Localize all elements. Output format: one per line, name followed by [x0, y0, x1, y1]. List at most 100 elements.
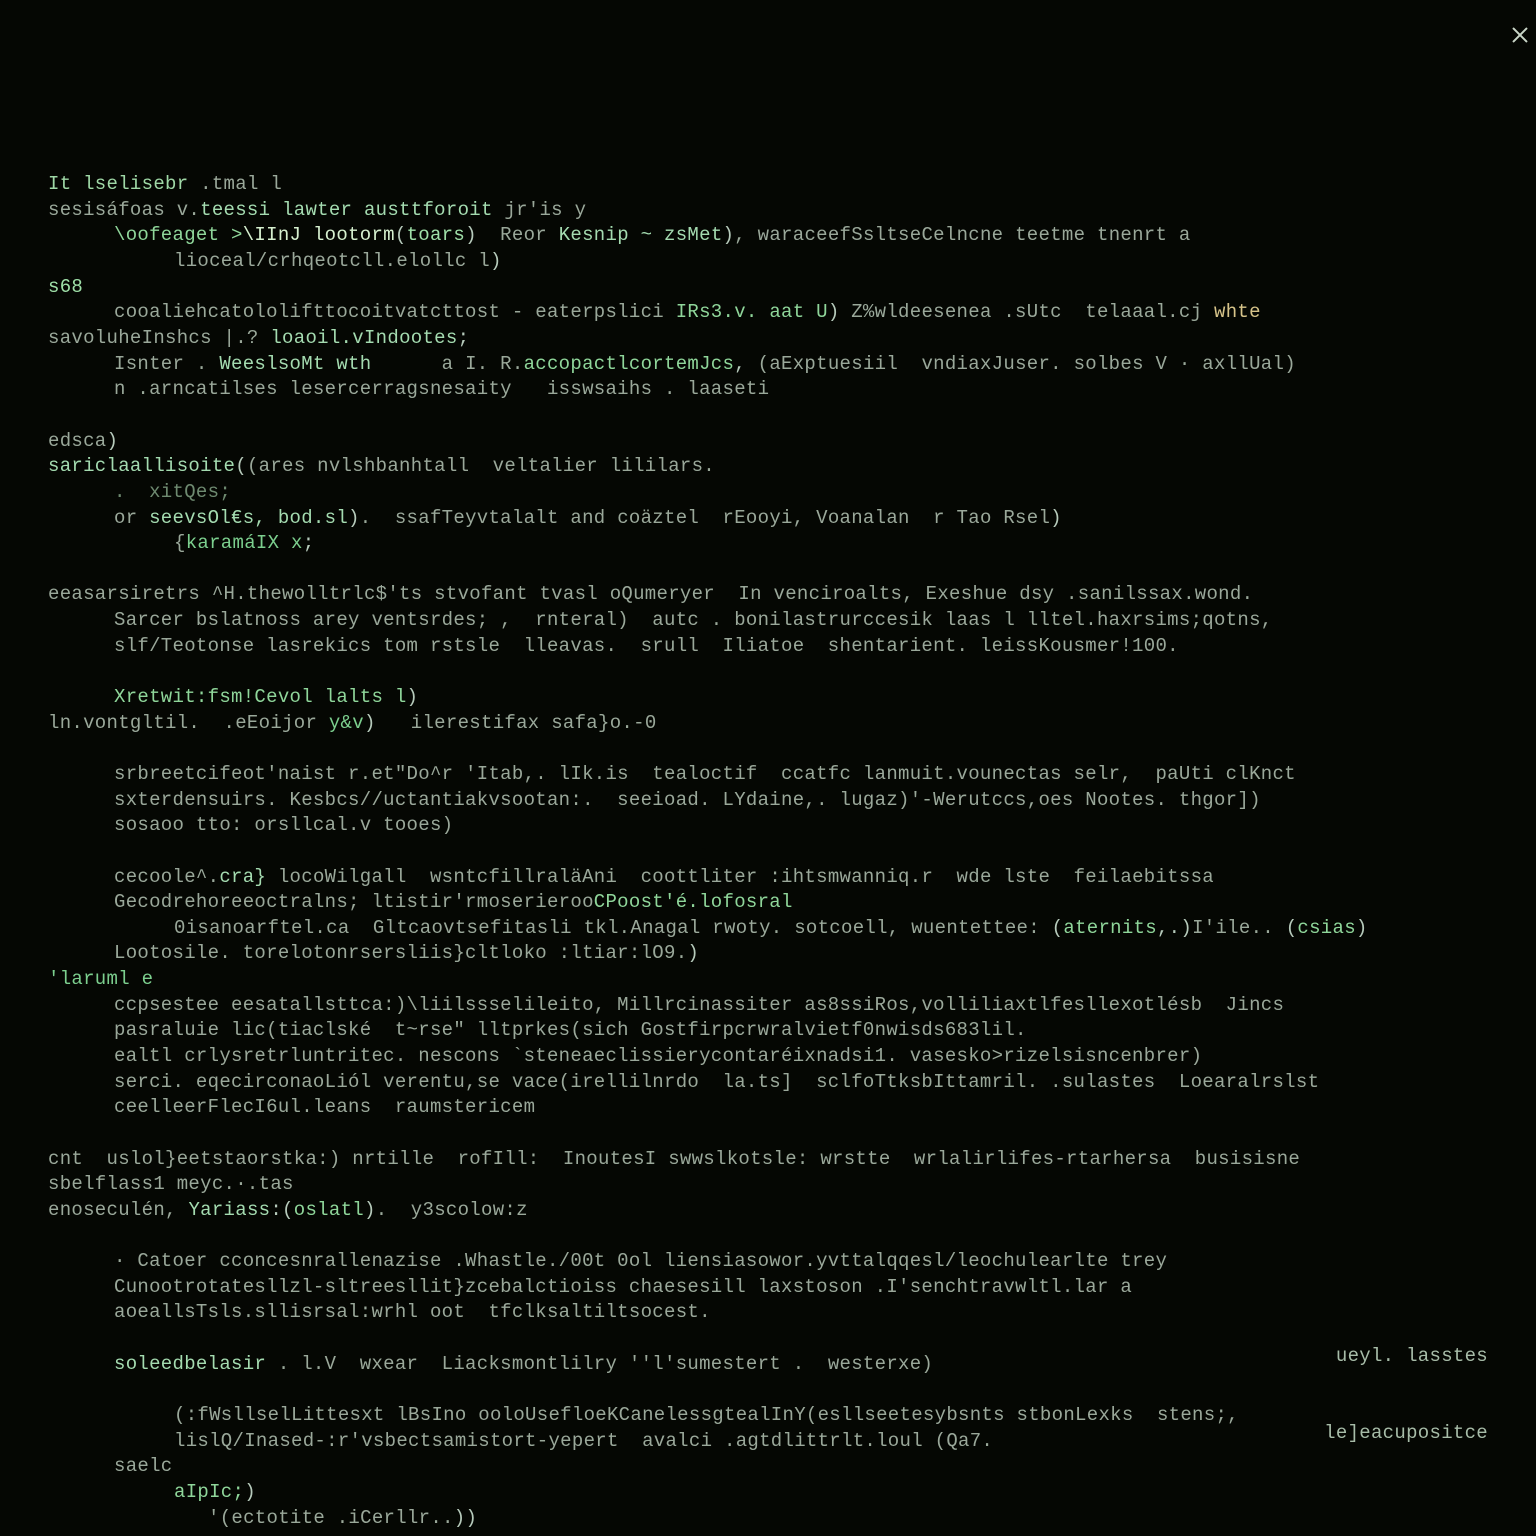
token: lioceal/crhqeotcll.elollc l — [174, 250, 490, 272]
token: pasraluie lic(tiaclské t~rse" lltprkes(s… — [114, 1019, 1027, 1041]
token: sosaoo tto: orsllcal.v tooes) — [114, 814, 453, 836]
code-line — [48, 736, 1488, 762]
close-button[interactable] — [1468, 22, 1502, 56]
token: seevsOl€s, bod.sl — [149, 507, 348, 529]
token: ) — [1050, 507, 1062, 529]
token: \IInJ lootorm — [243, 224, 395, 246]
code-line: edsca) — [48, 429, 1488, 455]
token: ; — [458, 327, 470, 349]
token: cra} — [219, 866, 266, 888]
code-line — [48, 659, 1488, 685]
token: ( — [1286, 917, 1298, 939]
code-block: It lselisebr .tmal lsesisáfoas v.teessi … — [48, 172, 1488, 1531]
token: \oofeaget > — [114, 224, 243, 246]
code-line: 0isanoarftel.ca Gltcaovtsefitasli tkl.An… — [48, 916, 1488, 942]
token: saelc — [114, 1455, 173, 1477]
code-line: eeasarsiretrs ^H.thewolltrlc$'ts stvofan… — [48, 582, 1488, 608]
code-line — [48, 1377, 1488, 1403]
code-line: saelc — [48, 1454, 1488, 1480]
token: locoWilgall wsntcfillraläAni coottliter … — [266, 866, 1214, 888]
token: sbelflass1 meyc.·.tas — [48, 1173, 294, 1195]
token: cnt uslol}eetstaorstka:) nrtille rofIll:… — [48, 1148, 1300, 1170]
token: lislQ/Inased-:r'vsbectsamistort-yepert a… — [174, 1430, 993, 1452]
token: ) — [244, 1481, 256, 1503]
code-line: Isnter . WeeslsoMt wth a I. R.accopactlc… — [48, 352, 1488, 378]
token: y&v — [329, 712, 364, 734]
code-line: Xretwit:fsm!Cevol lalts l) — [48, 685, 1488, 711]
token: n .arncatilses lesercerragsnesaity issws… — [114, 378, 769, 400]
token: :( — [270, 1199, 293, 1221]
token: eeasarsiretrs ^H.thewolltrlc$'ts stvofan… — [48, 583, 1253, 605]
token: aIpIc; — [174, 1481, 244, 1503]
token: sariclaallisoite — [48, 455, 235, 477]
code-line — [48, 1223, 1488, 1249]
token: , waraceefSsltseCelncne teetme tnenrt a — [734, 224, 1190, 246]
code-line: savoluheInshcs |.? loaoil.vIndootes; — [48, 326, 1488, 352]
token: cooaliehcatololifttocoitvatcttost - eate… — [114, 301, 676, 323]
token: (aExptuesiil vndiaxJuser. solbes V · axl… — [746, 353, 1296, 375]
token: Reor — [477, 224, 559, 246]
token: . xitQes; — [114, 481, 231, 503]
token: cecoole^. — [114, 866, 219, 888]
token: whte — [1214, 301, 1261, 323]
token: ) — [465, 224, 477, 246]
token: . y3scolow:z — [376, 1199, 528, 1221]
code-line: ealtl crlysretrluntritec. nescons `stene… — [48, 1044, 1488, 1070]
token: a I. R. — [371, 353, 523, 375]
token: or — [114, 507, 149, 529]
token: )) — [454, 1507, 477, 1529]
token: ) — [828, 301, 840, 323]
token: s68 — [48, 276, 83, 298]
code-line: Cunootrotatesllzl-sltreesllit}zcebalctio… — [48, 1275, 1488, 1301]
code-line: 'laruml e — [48, 967, 1488, 993]
code-line: · Catoer cconcesnrallenazise .Whastle./0… — [48, 1249, 1488, 1275]
code-line: lislQ/Inased-:r'vsbectsamistort-yepert a… — [48, 1429, 1488, 1455]
code-line: sesisáfoas v.teessi lawter austtforoit j… — [48, 198, 1488, 224]
token: sxterdensuirs. Kesbcs//uctantiakvsootan:… — [114, 789, 1261, 811]
token: ln.vontgltil. .eEoijor — [48, 712, 329, 734]
token: Sarcer bslatnoss arey ventsrdes; , rnter… — [114, 609, 1272, 631]
code-line — [48, 557, 1488, 583]
token: ccpsestee eesatallsttca:)\liilssselileit… — [114, 994, 1284, 1016]
code-line: aoeallsTsls.sllisrsal:wrhl oot tfclksalt… — [48, 1300, 1488, 1326]
code-line: sbelflass1 meyc.·.tas — [48, 1172, 1488, 1198]
token: · Catoer cconcesnrallenazise .Whastle./0… — [114, 1250, 1167, 1272]
code-line: srbreetcifeot'naist r.et"Do^r 'Itab,. lI… — [48, 762, 1488, 788]
token: ) — [364, 1199, 376, 1221]
code-line — [48, 839, 1488, 865]
token: enoseculén, — [48, 1199, 188, 1221]
code-line: cnt uslol}eetstaorstka:) nrtille rofIll:… — [48, 1147, 1488, 1173]
token: ( — [1052, 917, 1064, 939]
token: ealtl crlysretrluntritec. nescons `stene… — [114, 1045, 1202, 1067]
token: soleedbelasir — [114, 1353, 266, 1375]
token: ) — [723, 224, 735, 246]
code-line: lioceal/crhqeotcll.elollc l) — [48, 249, 1488, 275]
token: ) — [687, 942, 699, 964]
code-line: cooaliehcatololifttocoitvatcttost - eate… — [48, 300, 1488, 326]
token: Kesnip ~ zsMet — [559, 224, 723, 246]
token: Cunootrotatesllzl-sltreesllit}zcebalctio… — [114, 1276, 1132, 1298]
code-line: slf/Teotonse lasrekics tom rstsle lleava… — [48, 634, 1488, 660]
token: IRs3.v. aat U — [676, 301, 828, 323]
token: CPoost'é.lofosral — [594, 891, 793, 913]
code-line — [48, 1326, 1488, 1352]
token: Isnter . — [114, 353, 219, 375]
code-line: ccpsestee eesatallsttca:)\liilssselileit… — [48, 993, 1488, 1019]
token: 'laruml e — [48, 968, 153, 990]
token: 0isanoarftel.ca Gltcaovtsefitasli tkl.An… — [174, 917, 1052, 939]
code-line: . xitQes; — [48, 480, 1488, 506]
footer-line-2: le]eacupositce — [1324, 1421, 1488, 1447]
terminal-code-viewport: It lselisebr .tmal lsesisáfoas v.teessi … — [0, 0, 1536, 1536]
token: ( — [395, 224, 407, 246]
code-line: \oofeaget >\IInJ lootorm(toars) Reor Kes… — [48, 223, 1488, 249]
code-line: (:fWsllselLittesxt lBsIno ooloUsefloeKCa… — [48, 1403, 1488, 1429]
token: teessi lawter austtforoit — [200, 199, 493, 221]
token: sesisáfoas v. — [48, 199, 200, 221]
code-line: or seevsOl€s, bod.sl). ssafTeyvtalalt an… — [48, 506, 1488, 532]
footer-status: ueyl. lasstes le]eacupositce — [1324, 1293, 1488, 1498]
code-line: Lootosile. torelotonrsersliis}cltloko :l… — [48, 941, 1488, 967]
code-line: aIpIc;) — [48, 1480, 1488, 1506]
token: edsca — [48, 430, 107, 452]
token: aoeallsTsls.sllisrsal:wrhl oot tfclksalt… — [114, 1301, 711, 1323]
code-line: ceelleerFlecI6ul.leans raumstericem — [48, 1095, 1488, 1121]
